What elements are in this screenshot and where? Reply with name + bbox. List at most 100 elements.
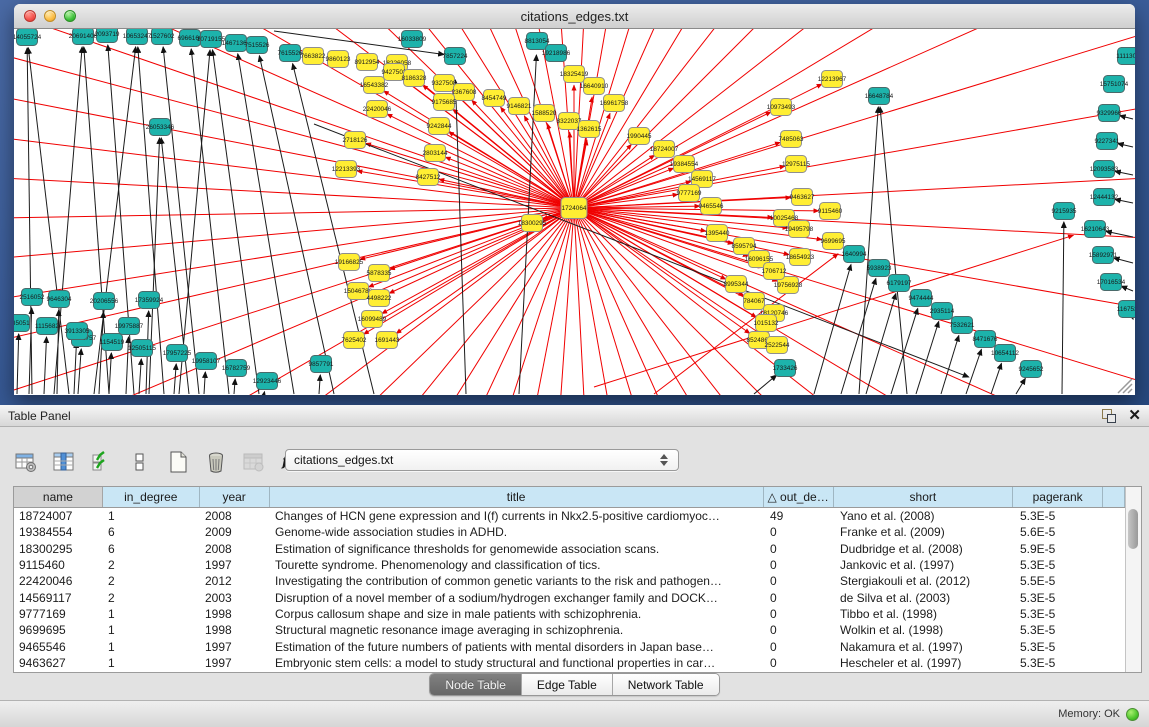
graph-node[interactable]: 12923446 bbox=[253, 373, 282, 390]
graph-node[interactable]: 1362615 bbox=[577, 121, 602, 138]
graph-node[interactable]: 20206556 bbox=[90, 293, 119, 310]
new-table-icon[interactable] bbox=[166, 450, 190, 474]
graph-node[interactable]: 10653247 bbox=[123, 29, 152, 45]
graph-node[interactable]: 7857224 bbox=[443, 48, 468, 65]
table-row[interactable]: 946362711997Embryonic stem cells: a mode… bbox=[14, 655, 1125, 671]
graph-node[interactable]: 1588520 bbox=[532, 105, 557, 122]
table-row[interactable]: 2242004622012Investigating the contribut… bbox=[14, 573, 1125, 589]
column-header-year[interactable]: year bbox=[200, 487, 270, 507]
graph-node[interactable]: 18300295 bbox=[518, 215, 547, 232]
graph-node[interactable]: 7532621 bbox=[950, 317, 975, 334]
graph-hub-node[interactable]: 1724064 bbox=[561, 198, 587, 219]
table-select-combobox[interactable]: citations_edges.txt bbox=[285, 449, 679, 471]
graph-node[interactable]: 8995344 bbox=[724, 276, 749, 293]
row-height-icon[interactable] bbox=[128, 450, 152, 474]
graph-node[interactable]: 10973493 bbox=[767, 99, 796, 116]
table-settings-icon[interactable] bbox=[14, 450, 38, 474]
graph-node[interactable]: 8427512 bbox=[416, 169, 441, 186]
graph-node[interactable]: 2803144 bbox=[423, 145, 448, 162]
graph-node[interactable]: 4498222 bbox=[367, 290, 392, 307]
table-scrollbar-thumb[interactable] bbox=[1128, 509, 1138, 549]
graph-node[interactable]: 16648784 bbox=[865, 88, 894, 105]
graph-node[interactable]: 2093719 bbox=[95, 29, 120, 43]
graph-node[interactable]: 2718126 bbox=[343, 132, 368, 149]
network-window[interactable]: citations_edges.txt 14055724206914062093… bbox=[14, 4, 1135, 395]
graph-node[interactable]: 19975887 bbox=[115, 318, 144, 335]
table-row[interactable]: 1938455462009Genome-wide association stu… bbox=[14, 524, 1125, 540]
graph-node[interactable]: 1115682 bbox=[35, 318, 59, 335]
graph-node[interactable]: 9245652 bbox=[1019, 361, 1044, 378]
graph-node[interactable]: 3913305 bbox=[65, 323, 90, 340]
graph-node[interactable]: 12505115 bbox=[128, 340, 156, 357]
graph-node[interactable]: 19495798 bbox=[785, 221, 814, 238]
graph-node[interactable]: 8186328 bbox=[402, 70, 427, 87]
column-header-△ out_de…[interactable]: △ out_de… bbox=[764, 487, 834, 507]
table-row[interactable]: 1830029562008Estimation of significance … bbox=[14, 541, 1125, 557]
graph-node[interactable]: 16543382 bbox=[360, 77, 389, 94]
graph-node[interactable]: 17359924 bbox=[135, 292, 164, 309]
graph-node[interactable]: 12093583 bbox=[1090, 161, 1119, 178]
graph-node[interactable]: 1640994 bbox=[842, 246, 867, 263]
graph-node[interactable]: 17957225 bbox=[163, 345, 192, 362]
graph-node[interactable]: 26053346 bbox=[146, 119, 175, 136]
graph-node[interactable]: 1706712 bbox=[762, 263, 787, 280]
graph-node[interactable]: 9777169 bbox=[677, 185, 702, 202]
close-panel-icon[interactable]: ✕ bbox=[1128, 409, 1141, 423]
graph-node[interactable]: 9175685 bbox=[432, 94, 457, 111]
graph-node[interactable]: 12444132 bbox=[1090, 189, 1119, 206]
graph-node[interactable]: 9474444 bbox=[909, 290, 934, 307]
graph-node[interactable]: 19958107 bbox=[192, 353, 221, 370]
close-window-icon[interactable] bbox=[24, 10, 36, 22]
table-row[interactable]: 969969511998Structural magnetic resonanc… bbox=[14, 622, 1125, 638]
graph-node[interactable]: 1527602 bbox=[150, 29, 175, 45]
graph-node[interactable]: 9227341 bbox=[1095, 133, 1120, 150]
graph-node[interactable]: 9329966 bbox=[1097, 105, 1122, 122]
tab-network-table[interactable]: Network Table bbox=[613, 674, 719, 695]
graph-node[interactable]: 18654923 bbox=[786, 249, 815, 266]
table-row[interactable]: 1872400712008Changes of HCN gene express… bbox=[14, 508, 1125, 524]
graph-node[interactable]: 9463627 bbox=[790, 189, 815, 206]
graph-node[interactable]: 1990445 bbox=[627, 128, 652, 145]
graph-node[interactable]: 19218986 bbox=[542, 45, 571, 62]
graph-node[interactable]: 1111304 bbox=[1116, 48, 1135, 65]
graph-node[interactable]: 20691406 bbox=[69, 29, 98, 45]
graph-node[interactable]: 7663822 bbox=[301, 48, 326, 65]
graph-node[interactable]: 5878335 bbox=[367, 265, 392, 282]
graph-node[interactable]: 2522544 bbox=[765, 337, 790, 354]
float-panel-icon[interactable] bbox=[1102, 409, 1116, 423]
graph-node[interactable]: 9699695 bbox=[821, 233, 846, 250]
graph-node[interactable]: 6179197 bbox=[887, 275, 912, 292]
graph-node[interactable]: 16961758 bbox=[600, 95, 629, 112]
tab-node-table[interactable]: Node Table bbox=[430, 674, 522, 695]
column-header-pagerank[interactable]: pagerank bbox=[1013, 487, 1103, 507]
graph-node[interactable]: 784067 bbox=[743, 293, 765, 310]
graph-node[interactable]: 12975115 bbox=[782, 156, 810, 173]
zoom-window-icon[interactable] bbox=[64, 10, 76, 22]
network-canvas[interactable]: 1405572420691406209371910653247152760269… bbox=[14, 29, 1135, 395]
graph-node[interactable]: 15892971 bbox=[1089, 247, 1118, 264]
graph-node[interactable]: 19384554 bbox=[670, 156, 699, 173]
table-row[interactable]: 977716911998Corpus callosum shape and si… bbox=[14, 606, 1125, 622]
column-header-title[interactable]: title bbox=[270, 487, 764, 507]
column-header-name[interactable]: name bbox=[14, 487, 103, 507]
graph-node[interactable]: 1015132 bbox=[754, 315, 779, 332]
graph-node[interactable]: 8912954 bbox=[355, 54, 380, 71]
graph-node[interactable]: 18724007 bbox=[650, 141, 679, 158]
graph-node[interactable]: 1733426 bbox=[773, 360, 798, 377]
table-row[interactable]: 1456911722003Disruption of a novel membe… bbox=[14, 589, 1125, 605]
graph-node[interactable]: 9115460 bbox=[818, 203, 843, 220]
table-row[interactable]: 911546021997Tourette syndrome. Phenomeno… bbox=[14, 557, 1125, 573]
column-header-in_degree[interactable]: in_degree bbox=[103, 487, 200, 507]
graph-node[interactable]: 16210643 bbox=[1081, 221, 1110, 238]
table-row[interactable]: 946554611997Estimation of the future num… bbox=[14, 638, 1125, 654]
graph-node[interactable]: 2935114 bbox=[930, 303, 955, 320]
graph-node[interactable]: 9646304 bbox=[47, 291, 72, 308]
canvas-resize-grip-icon[interactable] bbox=[1118, 379, 1132, 393]
column-chooser-icon[interactable] bbox=[52, 450, 76, 474]
graph-node[interactable]: 9860123 bbox=[326, 51, 351, 68]
graph-node[interactable]: 7625402 bbox=[342, 332, 367, 349]
graph-node[interactable]: 9242844 bbox=[427, 118, 452, 135]
graph-node[interactable]: 12213393 bbox=[332, 161, 361, 178]
graph-node[interactable]: 2516052 bbox=[20, 289, 45, 306]
graph-node[interactable]: 8454749 bbox=[482, 90, 507, 107]
